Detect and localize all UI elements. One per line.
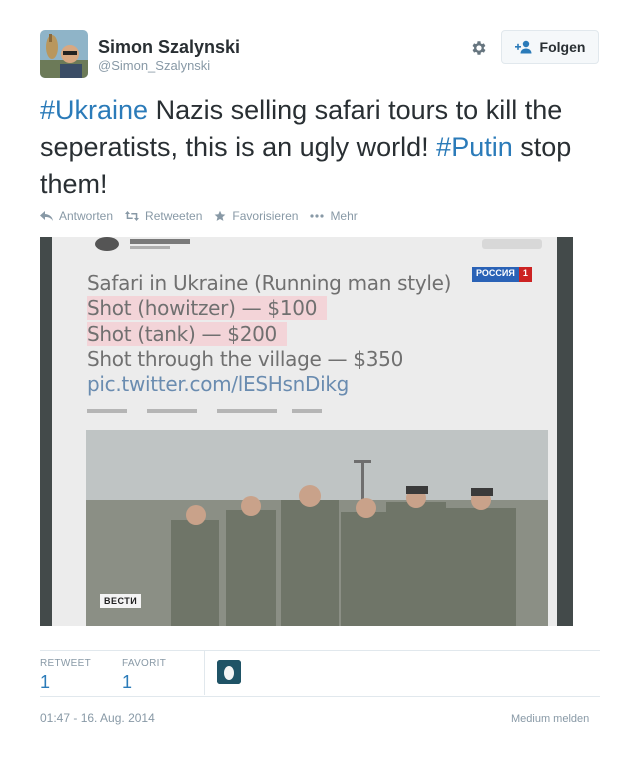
follow-label: Folgen — [539, 39, 586, 55]
embedded-line: Shot through the village — $350 — [87, 347, 404, 371]
user-fullname[interactable]: Simon Szalynski — [98, 37, 240, 58]
embedded-header — [82, 237, 552, 251]
user-avatar[interactable] — [40, 30, 88, 78]
stats-vertical-divider — [204, 650, 205, 695]
embedded-line: Shot (howitzer) — $100 — [87, 296, 328, 320]
retweet-icon — [125, 211, 140, 221]
embedded-actions — [87, 407, 347, 417]
favorite-label: Favorisieren — [232, 209, 299, 223]
channel-logo-text: РОССИЯ — [472, 267, 519, 282]
retweet-count: 1 — [40, 672, 51, 692]
favorite-stat[interactable]: FAVORIT 1 — [122, 658, 166, 693]
favorite-count: 1 — [122, 672, 133, 692]
user-handle[interactable]: @Simon_Szalynski — [98, 58, 210, 73]
hashtag-ukraine[interactable]: #Ukraine — [40, 95, 148, 125]
channel-logo-number: 1 — [518, 267, 532, 282]
soldiers-photo — [86, 430, 548, 626]
reply-action[interactable]: Antworten — [40, 209, 113, 223]
more-dots-icon — [310, 214, 325, 218]
report-media-link[interactable]: Medium melden — [511, 713, 589, 725]
gear-icon[interactable] — [466, 35, 492, 61]
tweet-media[interactable]: РОССИЯ 1 Safari in Ukraine (Running man … — [40, 237, 573, 626]
tweet-text: #Ukraine Nazis selling safari tours to k… — [40, 92, 610, 203]
retweet-label: Retweeten — [145, 209, 203, 223]
embedded-line: Safari in Ukraine (Running man style) — [87, 271, 452, 295]
star-icon — [214, 210, 226, 222]
hashtag-putin[interactable]: #Putin — [436, 132, 513, 162]
favorite-action[interactable]: Favorisieren — [214, 209, 298, 223]
retweet-action[interactable]: Retweeten — [125, 209, 202, 223]
favoriter-avatar[interactable] — [217, 660, 241, 684]
more-action[interactable]: Mehr — [310, 209, 358, 223]
embedded-tweet-screenshot: РОССИЯ 1 Safari in Ukraine (Running man … — [52, 237, 557, 626]
retweet-stat-label: RETWEET — [40, 658, 91, 669]
embedded-line: Shot (tank) — $200 — [87, 322, 287, 346]
embedded-link: pic.twitter.com/lESHsnDikg — [87, 372, 350, 396]
more-label: Mehr — [330, 209, 358, 223]
stats-bottom-divider — [40, 696, 600, 697]
tweet-actions: Antworten Retweeten Favorisieren Mehr — [40, 209, 370, 223]
reply-icon — [40, 211, 53, 221]
follow-button[interactable]: Folgen — [501, 30, 599, 64]
add-user-icon — [514, 40, 533, 54]
favorite-stat-label: FAVORIT — [122, 658, 167, 669]
broadcast-caption: ВЕСТИ — [100, 594, 142, 608]
tweet-card: Simon Szalynski @Simon_Szalynski Folgen … — [0, 0, 640, 762]
channel-logo: РОССИЯ 1 — [472, 267, 532, 282]
retweet-stat[interactable]: RETWEET 1 — [40, 658, 91, 693]
tweet-timestamp[interactable]: 01:47 - 16. Aug. 2014 — [40, 711, 155, 725]
stats-top-divider — [40, 650, 600, 651]
reply-label: Antworten — [59, 209, 114, 223]
